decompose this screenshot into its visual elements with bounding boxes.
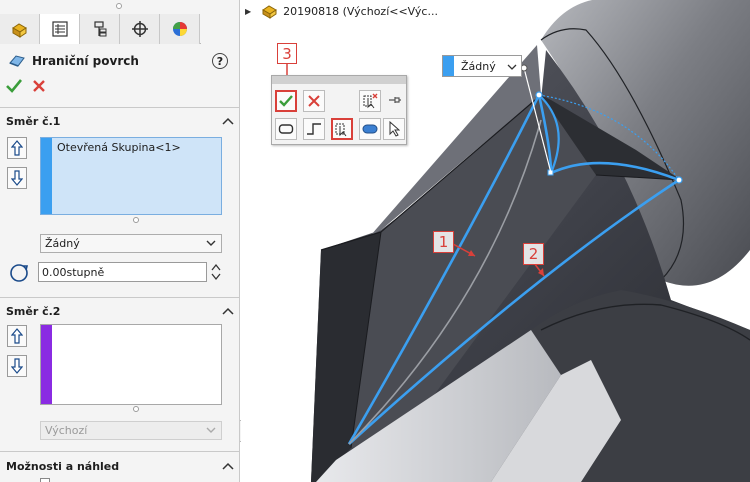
property-manager-icon <box>51 21 68 37</box>
toolbar-header[interactable] <box>272 76 406 84</box>
tangency-value: Výchozí <box>45 424 88 437</box>
tab-configuration-manager[interactable] <box>80 14 120 44</box>
clear-selection-button[interactable] <box>359 90 381 112</box>
direction2-title: Směr č.2 <box>6 304 61 318</box>
move-up-button[interactable] <box>7 325 27 347</box>
clear-selection-icon <box>363 93 378 109</box>
chevron-down-icon <box>507 64 517 70</box>
list-item[interactable]: Otevřená Skupina<1> <box>57 141 181 154</box>
section-divider <box>0 107 240 108</box>
boundary-surface-icon <box>9 55 25 67</box>
options-header[interactable]: Možnosti a náhled <box>6 457 234 475</box>
callout-3: 3 <box>277 43 297 64</box>
select-cursor-button[interactable] <box>383 118 405 140</box>
feature-title-row: Hraniční povrch <box>8 51 238 71</box>
ok-cancel-row <box>6 79 46 93</box>
tab-dimxpert[interactable] <box>120 14 160 44</box>
arrow-up-icon <box>11 140 23 156</box>
toolbar-cancel-button[interactable] <box>303 90 325 112</box>
angle-value: 0.00stupně <box>42 265 105 279</box>
arrow-down-icon <box>11 358 23 374</box>
pin-icon[interactable] <box>388 94 402 109</box>
graphics-area[interactable]: ▶ 20190818 (Výchozí<<Výc... Žádný 3 1 2 <box>241 0 750 482</box>
tag-value: Žádný <box>461 59 496 73</box>
move-down-button[interactable] <box>7 167 27 189</box>
move-up-button[interactable] <box>7 137 27 159</box>
open-loop-icon <box>307 123 321 135</box>
part-icon <box>262 5 278 19</box>
arrow-down-icon <box>11 170 23 186</box>
direction1-curves-list[interactable]: Otevřená Skupina<1> <box>40 137 222 215</box>
draft-angle-field[interactable]: 0.00stupně <box>38 262 207 282</box>
direction2-header[interactable]: Směr č.2 <box>6 302 234 320</box>
list-resize-handle[interactable] <box>133 217 139 223</box>
feature-title: Hraniční povrch <box>32 54 139 68</box>
ok-icon <box>279 95 293 107</box>
property-manager-panel: Hraniční povrch ? Směr č.1 Otevřená Skup… <box>0 0 240 482</box>
cancel-icon <box>308 95 320 107</box>
select-closed-loop-button[interactable] <box>275 118 297 140</box>
tab-property-manager[interactable] <box>40 14 80 44</box>
collapse-chevron-icon[interactable] <box>222 462 234 470</box>
tab-feature-manager[interactable] <box>0 14 40 44</box>
move-down-button[interactable] <box>7 355 27 377</box>
chevron-down-icon <box>206 427 216 433</box>
select-region-button[interactable] <box>359 118 381 140</box>
cursor-icon <box>389 121 400 137</box>
arrow-up-icon <box>11 328 23 344</box>
direction2-curves-list[interactable] <box>40 324 222 405</box>
tangency-value: Žádný <box>45 237 80 250</box>
expand-arrow-icon[interactable]: ▶ <box>245 7 251 16</box>
display-manager-icon <box>172 22 187 36</box>
collapse-chevron-icon[interactable] <box>222 307 234 315</box>
select-open-loop-button[interactable] <box>303 118 325 140</box>
direction1-title: Směr č.1 <box>6 114 61 128</box>
toolbar-ok-button[interactable] <box>275 90 297 112</box>
collapse-chevron-icon[interactable] <box>222 117 234 125</box>
reverse-direction-icon[interactable] <box>8 262 30 284</box>
direction2-tangency-select[interactable]: Výchozí <box>40 421 222 440</box>
dimxpert-icon <box>131 21 148 37</box>
direction1-color-bar <box>41 138 52 214</box>
closed-loop-icon <box>278 124 294 134</box>
options-title: Možnosti a náhled <box>6 459 120 473</box>
callout-1: 1 <box>433 231 454 253</box>
section-divider <box>0 297 240 298</box>
select-group-button[interactable] <box>331 118 353 140</box>
feature-manager-icon <box>11 23 27 38</box>
option-checkbox[interactable] <box>40 478 50 482</box>
callout-2: 2 <box>523 243 544 265</box>
part-name: 20190818 (Výchozí<<Výc... <box>283 4 438 18</box>
list-resize-handle[interactable] <box>133 406 139 412</box>
direction1-tangency-select[interactable]: Žádný <box>40 234 222 253</box>
direction2-color-bar <box>41 325 52 404</box>
tab-display-manager[interactable] <box>160 14 200 44</box>
direction1-header[interactable]: Směr č.1 <box>6 112 234 130</box>
chevron-down-icon <box>206 240 216 246</box>
configuration-manager-icon <box>93 21 106 37</box>
panel-resize-grip[interactable] <box>116 3 122 9</box>
region-icon <box>362 124 378 134</box>
selection-toolbar <box>271 75 407 145</box>
tangency-tag-select[interactable]: Žádný <box>442 55 522 77</box>
help-button[interactable]: ? <box>212 53 228 69</box>
select-group-icon <box>335 123 347 137</box>
cancel-button[interactable] <box>32 79 46 93</box>
section-divider <box>0 451 240 452</box>
manager-tabs <box>0 14 201 44</box>
tag-color-bar <box>443 56 454 76</box>
feature-tree-root[interactable]: ▶ 20190818 (Výchozí<<Výc... <box>245 2 438 20</box>
angle-spinner[interactable] <box>210 262 222 282</box>
ok-button[interactable] <box>6 79 22 93</box>
